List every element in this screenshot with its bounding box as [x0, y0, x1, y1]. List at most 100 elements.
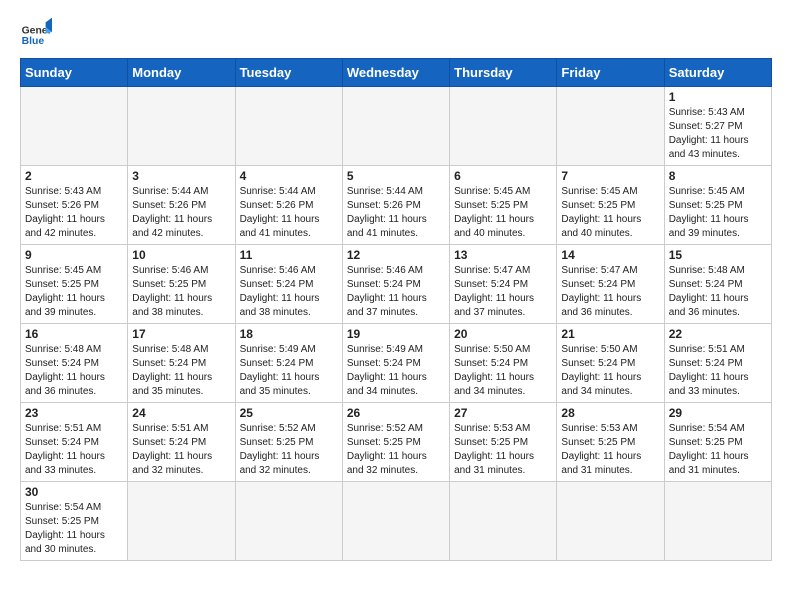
logo-icon: General Blue	[20, 16, 52, 48]
day-number: 12	[347, 248, 445, 262]
calendar-cell: 5Sunrise: 5:44 AM Sunset: 5:26 PM Daylig…	[342, 166, 449, 245]
calendar-cell: 30 Sunrise: 5:54 AM Sunset: 5:25 PM Dayli…	[21, 482, 128, 561]
week-row-1: 1 Sunrise: 5:43 AM Sunset: 5:27 PM Daylig…	[21, 87, 772, 166]
day-info: Sunrise: 5:52 AM Sunset: 5:25 PM Dayligh…	[347, 422, 445, 478]
calendar-cell: 17Sunrise: 5:48 AM Sunset: 5:24 PM Dayli…	[128, 324, 235, 403]
day-number: 26	[347, 406, 445, 420]
calendar-cell	[342, 87, 449, 166]
weekday-header-row: SundayMondayTuesdayWednesdayThursdayFrid…	[21, 59, 772, 87]
day-number: 23	[25, 406, 123, 420]
day-info: Sunrise: 5:47 AM Sunset: 5:24 PM Dayligh…	[561, 264, 659, 320]
calendar-cell: 26 Sunrise: 5:52 AM Sunset: 5:25 PM Dayli…	[342, 403, 449, 482]
calendar-cell: 18 Sunrise: 5:49 AM Sunset: 5:24 PM Dayli…	[235, 324, 342, 403]
calendar-cell	[128, 482, 235, 561]
day-number: 29	[669, 406, 767, 420]
calendar-cell: 4 Sunrise: 5:44 AM Sunset: 5:26 PM Daylig…	[235, 166, 342, 245]
day-number: 18	[240, 327, 338, 341]
day-number: 30	[25, 485, 123, 499]
day-info: Sunrise: 5:54 AM Sunset: 5:25 PM Dayligh…	[25, 501, 123, 557]
calendar-cell: 19 Sunrise: 5:49 AM Sunset: 5:24 PM Dayli…	[342, 324, 449, 403]
calendar-cell: 23 Sunrise: 5:51 AM Sunset: 5:24 PM Dayli…	[21, 403, 128, 482]
day-number: 22	[669, 327, 767, 341]
calendar-cell: 22 Sunrise: 5:51 AM Sunset: 5:24 PM Dayli…	[664, 324, 771, 403]
day-info: Sunrise: 5:51 AM Sunset: 5:24 PM Dayligh…	[669, 343, 767, 399]
day-info: Sunrise: 5:48 AM Sunset: 5:24 PM Dayligh…	[669, 264, 767, 320]
calendar-cell	[557, 482, 664, 561]
day-number: 27	[454, 406, 552, 420]
day-info: Sunrise: 5:53 AM Sunset: 5:25 PM Dayligh…	[454, 422, 552, 478]
day-info: Sunrise: 5:46 AM Sunset: 5:24 PM Dayligh…	[240, 264, 338, 320]
day-number: 7	[561, 169, 659, 183]
calendar-cell: 25 Sunrise: 5:52 AM Sunset: 5:25 PM Dayli…	[235, 403, 342, 482]
day-info: Sunrise: 5:50 AM Sunset: 5:24 PM Dayligh…	[454, 343, 552, 399]
day-info: Sunrise: 5:43 AM Sunset: 5:26 PM Dayligh…	[25, 185, 123, 241]
calendar-cell: 16 Sunrise: 5:48 AM Sunset: 5:24 PM Dayli…	[21, 324, 128, 403]
day-info: Sunrise: 5:45 AM Sunset: 5:25 PM Dayligh…	[669, 185, 767, 241]
day-info: Sunrise: 5:47 AM Sunset: 5:24 PM Dayligh…	[454, 264, 552, 320]
day-info: Sunrise: 5:48 AM Sunset: 5:24 PM Dayligh…	[132, 343, 230, 399]
calendar-cell: 27 Sunrise: 5:53 AM Sunset: 5:25 PM Dayli…	[450, 403, 557, 482]
day-info: Sunrise: 5:51 AM Sunset: 5:24 PM Dayligh…	[132, 422, 230, 478]
calendar-cell: 20Sunrise: 5:50 AM Sunset: 5:24 PM Dayli…	[450, 324, 557, 403]
calendar-cell: 21Sunrise: 5:50 AM Sunset: 5:24 PM Dayli…	[557, 324, 664, 403]
day-info: Sunrise: 5:45 AM Sunset: 5:25 PM Dayligh…	[25, 264, 123, 320]
day-number: 19	[347, 327, 445, 341]
calendar-cell: 29Sunrise: 5:54 AM Sunset: 5:25 PM Dayli…	[664, 403, 771, 482]
day-number: 25	[240, 406, 338, 420]
calendar-cell	[450, 87, 557, 166]
calendar-cell: 2 Sunrise: 5:43 AM Sunset: 5:26 PM Daylig…	[21, 166, 128, 245]
day-info: Sunrise: 5:52 AM Sunset: 5:25 PM Dayligh…	[240, 422, 338, 478]
calendar-cell: 11Sunrise: 5:46 AM Sunset: 5:24 PM Dayli…	[235, 245, 342, 324]
calendar-cell: 1 Sunrise: 5:43 AM Sunset: 5:27 PM Daylig…	[664, 87, 771, 166]
day-number: 1	[669, 90, 767, 104]
day-info: Sunrise: 5:51 AM Sunset: 5:24 PM Dayligh…	[25, 422, 123, 478]
calendar-cell: 10 Sunrise: 5:46 AM Sunset: 5:25 PM Dayli…	[128, 245, 235, 324]
calendar-cell: 7 Sunrise: 5:45 AM Sunset: 5:25 PM Daylig…	[557, 166, 664, 245]
calendar-cell: 3Sunrise: 5:44 AM Sunset: 5:26 PM Daylig…	[128, 166, 235, 245]
day-number: 14	[561, 248, 659, 262]
calendar-cell	[557, 87, 664, 166]
day-info: Sunrise: 5:46 AM Sunset: 5:25 PM Dayligh…	[132, 264, 230, 320]
calendar-cell: 14 Sunrise: 5:47 AM Sunset: 5:24 PM Dayli…	[557, 245, 664, 324]
day-number: 4	[240, 169, 338, 183]
day-number: 9	[25, 248, 123, 262]
day-number: 5	[347, 169, 445, 183]
week-row-2: 2 Sunrise: 5:43 AM Sunset: 5:26 PM Daylig…	[21, 166, 772, 245]
weekday-header-monday: Monday	[128, 59, 235, 87]
calendar-cell: 9 Sunrise: 5:45 AM Sunset: 5:25 PM Daylig…	[21, 245, 128, 324]
weekday-header-friday: Friday	[557, 59, 664, 87]
day-info: Sunrise: 5:43 AM Sunset: 5:27 PM Dayligh…	[669, 106, 767, 162]
weekday-header-tuesday: Tuesday	[235, 59, 342, 87]
day-info: Sunrise: 5:45 AM Sunset: 5:25 PM Dayligh…	[454, 185, 552, 241]
calendar-cell	[21, 87, 128, 166]
week-row-3: 9 Sunrise: 5:45 AM Sunset: 5:25 PM Daylig…	[21, 245, 772, 324]
day-info: Sunrise: 5:49 AM Sunset: 5:24 PM Dayligh…	[347, 343, 445, 399]
week-row-4: 16 Sunrise: 5:48 AM Sunset: 5:24 PM Dayli…	[21, 324, 772, 403]
day-number: 13	[454, 248, 552, 262]
calendar-cell: 24 Sunrise: 5:51 AM Sunset: 5:24 PM Dayli…	[128, 403, 235, 482]
page-header: General Blue	[20, 16, 772, 48]
calendar-cell	[450, 482, 557, 561]
day-number: 3	[132, 169, 230, 183]
day-info: Sunrise: 5:49 AM Sunset: 5:24 PM Dayligh…	[240, 343, 338, 399]
calendar-cell: 6Sunrise: 5:45 AM Sunset: 5:25 PM Daylig…	[450, 166, 557, 245]
calendar-cell: 13 Sunrise: 5:47 AM Sunset: 5:24 PM Dayli…	[450, 245, 557, 324]
day-info: Sunrise: 5:48 AM Sunset: 5:24 PM Dayligh…	[25, 343, 123, 399]
day-number: 2	[25, 169, 123, 183]
day-number: 10	[132, 248, 230, 262]
day-info: Sunrise: 5:53 AM Sunset: 5:25 PM Dayligh…	[561, 422, 659, 478]
day-info: Sunrise: 5:45 AM Sunset: 5:25 PM Dayligh…	[561, 185, 659, 241]
day-number: 15	[669, 248, 767, 262]
day-info: Sunrise: 5:44 AM Sunset: 5:26 PM Dayligh…	[240, 185, 338, 241]
calendar-cell	[235, 482, 342, 561]
day-number: 24	[132, 406, 230, 420]
logo: General Blue	[20, 16, 52, 48]
calendar-cell	[235, 87, 342, 166]
weekday-header-sunday: Sunday	[21, 59, 128, 87]
day-number: 21	[561, 327, 659, 341]
calendar-cell: 8 Sunrise: 5:45 AM Sunset: 5:25 PM Daylig…	[664, 166, 771, 245]
day-number: 28	[561, 406, 659, 420]
calendar-cell: 12Sunrise: 5:46 AM Sunset: 5:24 PM Dayli…	[342, 245, 449, 324]
day-number: 8	[669, 169, 767, 183]
day-number: 16	[25, 327, 123, 341]
